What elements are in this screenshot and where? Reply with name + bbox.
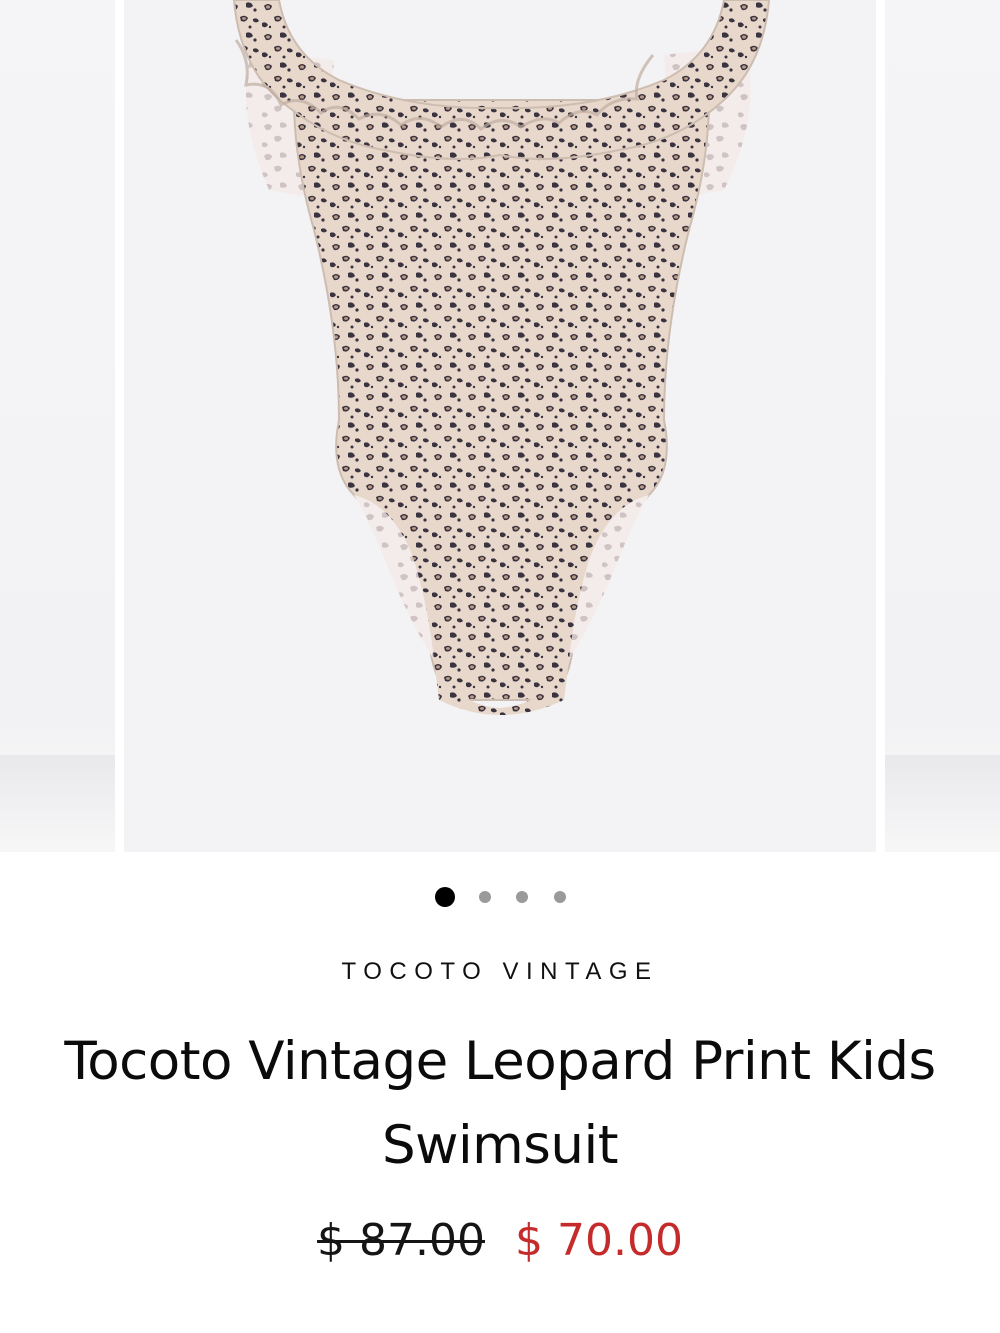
floor-backdrop <box>885 755 1000 852</box>
carousel-dot-3[interactable] <box>516 891 528 903</box>
compare-at-price: $ 87.00 <box>317 1215 485 1266</box>
carousel-dot-4[interactable] <box>554 891 566 903</box>
product-vendor[interactable]: TOCOTO VINTAGE <box>0 958 1000 986</box>
floor-backdrop <box>0 755 115 852</box>
swimsuit-illustration <box>232 0 771 715</box>
product-price-group: $ 87.00 $ 70.00 <box>0 1215 1000 1266</box>
carousel-dot-1-active[interactable] <box>435 887 455 907</box>
next-slide-image[interactable] <box>885 0 1000 852</box>
carousel-dot-2[interactable] <box>479 891 491 903</box>
product-title: Tocoto Vintage Leopard Print Kids Swimsu… <box>64 1031 936 1176</box>
product-image[interactable] <box>124 0 876 852</box>
sale-price: $ 70.00 <box>515 1215 683 1266</box>
product-image-carousel[interactable] <box>0 0 1000 852</box>
carousel-pagination <box>0 887 1000 907</box>
previous-slide-image[interactable] <box>0 0 115 852</box>
